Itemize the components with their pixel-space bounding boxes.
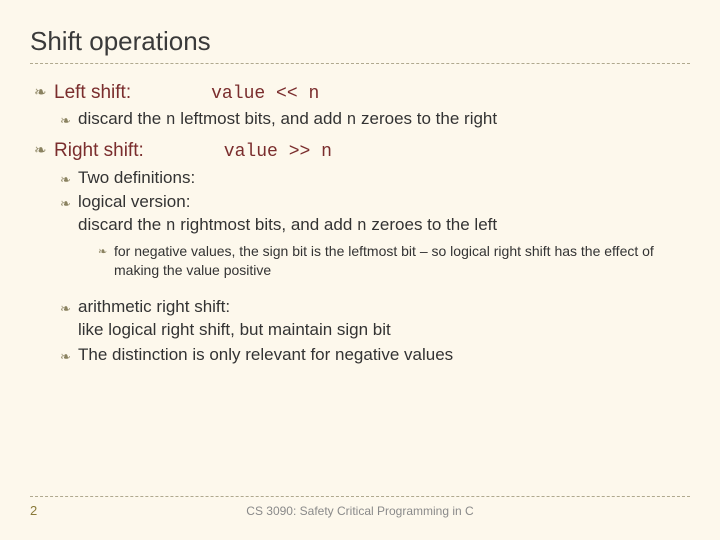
bullet-icon: ❧ bbox=[34, 138, 54, 369]
two-definitions-text: Two definitions: bbox=[78, 167, 690, 190]
left-shift-label: Left shift: bbox=[54, 82, 131, 103]
bullet-left-shift: ❧ Left shift: value << n ❧ discard the n … bbox=[34, 80, 690, 134]
bullet-right-shift: ❧ Right shift: value >> n ❧ Two definitio… bbox=[34, 138, 690, 369]
bullet-icon: ❧ bbox=[60, 191, 78, 284]
slide: Shift operations ❧ Left shift: value << n… bbox=[0, 0, 720, 540]
two-definitions: ❧ Two definitions: bbox=[60, 167, 690, 190]
bullet-icon: ❧ bbox=[60, 108, 78, 132]
negative-note-text: for negative values, the sign bit is the… bbox=[114, 242, 690, 280]
course-label: CS 3090: Safety Critical Programming in … bbox=[70, 504, 650, 518]
logical-version-text: logical version: discard the n rightmost… bbox=[78, 191, 690, 284]
title-divider bbox=[30, 63, 690, 64]
negative-note: ❧ for negative values, the sign bit is t… bbox=[98, 242, 690, 280]
bullet-icon: ❧ bbox=[60, 167, 78, 190]
distinction-note: ❧ The distinction is only relevant for n… bbox=[60, 344, 690, 367]
logical-version: ❧ logical version: discard the n rightmo… bbox=[60, 191, 690, 284]
slide-title: Shift operations bbox=[30, 26, 690, 57]
arithmetic-shift-text: arithmetic right shift: like logical rig… bbox=[78, 296, 690, 342]
footer-divider bbox=[30, 496, 690, 497]
distinction-text: The distinction is only relevant for neg… bbox=[78, 344, 690, 367]
right-shift-heading: Right shift: value >> n bbox=[54, 138, 690, 164]
bullet-icon: ❧ bbox=[98, 242, 114, 280]
arithmetic-shift: ❧ arithmetic right shift: like logical r… bbox=[60, 296, 690, 342]
left-shift-heading: Left shift: value << n bbox=[54, 80, 690, 106]
slide-footer: 2 CS 3090: Safety Critical Programming i… bbox=[30, 496, 690, 518]
right-shift-code: value >> n bbox=[224, 142, 332, 162]
bullet-icon: ❧ bbox=[60, 344, 78, 367]
right-shift-label: Right shift: bbox=[54, 140, 144, 161]
slide-content: ❧ Left shift: value << n ❧ discard the n … bbox=[30, 80, 690, 369]
left-shift-desc: discard the n leftmost bits, and add n z… bbox=[78, 108, 690, 132]
left-shift-code: value << n bbox=[211, 84, 319, 104]
left-shift-sub: ❧ discard the n leftmost bits, and add n… bbox=[60, 108, 690, 132]
bullet-icon: ❧ bbox=[60, 296, 78, 342]
bullet-icon: ❧ bbox=[34, 80, 54, 134]
page-number: 2 bbox=[30, 503, 70, 518]
